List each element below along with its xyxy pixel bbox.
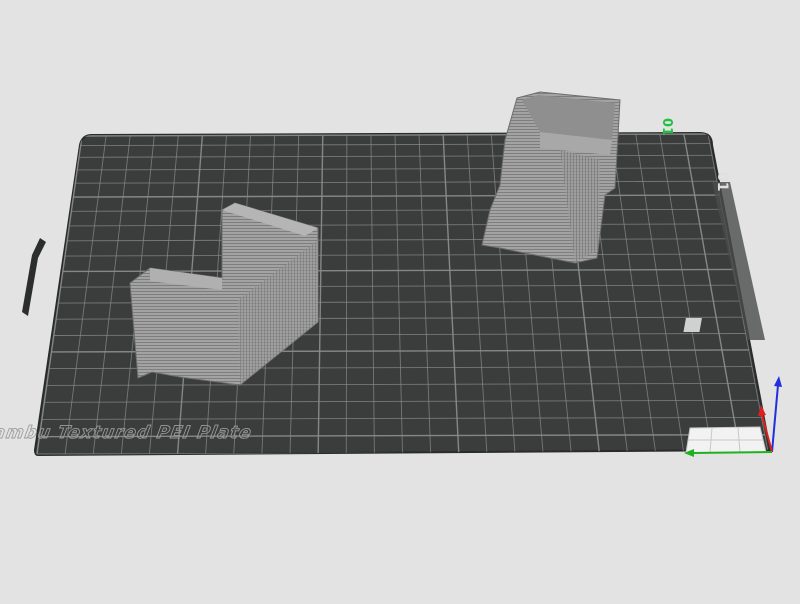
qr-code-icon xyxy=(683,318,702,332)
z-axis xyxy=(771,384,779,453)
model-object-2[interactable] xyxy=(481,91,621,264)
x-axis xyxy=(691,451,773,454)
plate-type-label: Bambu Textured PEI Plate xyxy=(0,423,254,443)
plate-index-label: 01 xyxy=(659,118,674,136)
3d-viewport[interactable]: Bambu Textured PEI Plate 01 01 xyxy=(0,0,800,599)
scene-canvas[interactable]: Bambu Textured PEI Plate 01 01 xyxy=(0,0,800,599)
plate-number-label: 01 xyxy=(714,172,730,191)
